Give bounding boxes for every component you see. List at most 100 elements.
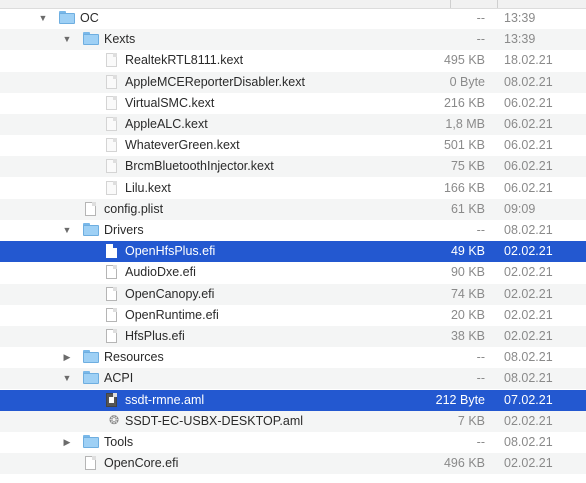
file-name: ssdt-rmne.aml: [125, 392, 205, 407]
folder-row[interactable]: ▶ Resources -- 08.02.21: [0, 347, 586, 368]
file-row[interactable]: Lilu.kext 166 KB 06.02.21: [0, 178, 586, 199]
disclosure-collapsed-icon[interactable]: ▶: [62, 437, 72, 447]
file-row[interactable]: OpenHfsPlus.efi 49 KB 02.02.21: [0, 241, 586, 263]
file-name: BrcmBluetoothInjector.kext: [125, 159, 274, 174]
file-row[interactable]: OpenRuntime.efi 20 KB 02.02.21: [0, 305, 586, 326]
column-divider[interactable]: [450, 0, 451, 8]
folder-row[interactable]: ▼ ACPI -- 08.02.21: [0, 368, 586, 390]
file-name: ACPI: [104, 371, 134, 386]
kext-bundle-icon: [104, 53, 120, 68]
disclosure-collapsed-icon[interactable]: ▶: [62, 352, 72, 362]
file-name: Tools: [104, 435, 134, 449]
file-size: --: [476, 11, 485, 25]
file-size: 90 KB: [450, 265, 485, 280]
file-size: 0 Byte: [449, 74, 485, 89]
date-modified: 09:09: [504, 201, 536, 216]
folder-row[interactable]: ▶ Tools -- 08.02.21: [0, 432, 586, 453]
file-row[interactable]: OpenCanopy.efi 74 KB 02.02.21: [0, 283, 586, 305]
date-modified: 02.02.21: [504, 413, 553, 428]
file-name: AppleMCEReporterDisabler.kext: [125, 74, 305, 89]
file-row[interactable]: RealtekRTL8111.kext 495 KB 18.02.21: [0, 50, 586, 71]
document-icon: [104, 286, 120, 301]
date-modified: 06.02.21: [504, 117, 553, 131]
folder-icon: [83, 371, 99, 385]
kext-bundle-icon: [104, 74, 120, 89]
file-name: WhateverGreen.kext: [125, 138, 240, 153]
script-file-icon: ❂: [109, 412, 120, 427]
column-divider[interactable]: [497, 0, 498, 8]
date-modified: 02.02.21: [504, 307, 553, 322]
folder-icon: [83, 350, 99, 364]
date-modified: 02.02.21: [504, 329, 553, 343]
document-icon: [104, 265, 120, 280]
file-size: --: [476, 350, 485, 365]
file-size: 49 KB: [450, 244, 485, 259]
file-name: OpenCanopy.efi: [125, 286, 215, 301]
file-size: 496 KB: [443, 456, 485, 471]
file-row[interactable]: WhateverGreen.kext 501 KB 06.02.21: [0, 135, 586, 156]
file-row[interactable]: config.plist 61 KB 09:09: [0, 198, 586, 220]
date-modified: 08.02.21: [504, 74, 553, 89]
file-size: --: [476, 223, 485, 237]
file-row[interactable]: ssdt-rmne.aml 212 Byte 07.02.21: [0, 389, 586, 411]
date-modified: 08.02.21: [504, 371, 553, 386]
file-size: 166 KB: [443, 180, 485, 195]
file-size: --: [476, 435, 485, 449]
date-modified: 06.02.21: [504, 138, 553, 153]
file-name: Drivers: [104, 223, 144, 237]
folder-row[interactable]: ▼ OC -- 13:39: [0, 8, 586, 29]
aml-file-icon: [104, 392, 120, 407]
file-row[interactable]: ❂ SSDT-EC-USBX-DESKTOP.aml 7 KB 02.02.21: [0, 410, 586, 432]
file-size: 38 KB: [450, 329, 485, 343]
kext-bundle-icon: [104, 159, 120, 174]
document-icon: [104, 307, 120, 322]
folder-icon: [83, 435, 99, 449]
file-row[interactable]: AudioDxe.efi 90 KB 02.02.21: [0, 262, 586, 283]
date-modified: 08.02.21: [504, 223, 553, 237]
file-size: --: [476, 32, 485, 47]
file-name: HfsPlus.efi: [125, 329, 185, 343]
file-name: AppleALC.kext: [125, 117, 208, 131]
date-modified: 13:39: [504, 11, 536, 25]
file-name: OpenCore.efi: [104, 456, 179, 471]
file-name: OpenHfsPlus.efi: [125, 244, 216, 259]
file-name: Lilu.kext: [125, 180, 171, 195]
file-name: Resources: [104, 350, 164, 365]
file-row[interactable]: BrcmBluetoothInjector.kext 75 KB 06.02.21: [0, 156, 586, 178]
file-row[interactable]: HfsPlus.efi 38 KB 02.02.21: [0, 326, 586, 347]
date-modified: 06.02.21: [504, 95, 553, 110]
document-icon: [83, 456, 99, 471]
file-name: Kexts: [104, 32, 136, 47]
file-name: config.plist: [104, 201, 164, 216]
file-size: 1,8 MB: [445, 117, 485, 131]
date-modified: 06.02.21: [504, 180, 553, 195]
kext-bundle-icon: [104, 117, 120, 131]
disclosure-expanded-icon[interactable]: ▼: [62, 225, 72, 235]
file-name: OC: [80, 11, 99, 25]
kext-bundle-icon: [104, 180, 120, 195]
date-modified: 07.02.21: [504, 392, 553, 407]
file-row[interactable]: AppleMCEReporterDisabler.kext 0 Byte 08.02…: [0, 71, 586, 93]
date-modified: 08.02.21: [504, 435, 553, 449]
disclosure-expanded-icon[interactable]: ▼: [62, 373, 72, 383]
file-row[interactable]: AppleALC.kext 1,8 MB 06.02.21: [0, 114, 586, 135]
kext-bundle-icon: [104, 95, 120, 110]
folder-icon: [59, 11, 75, 25]
document-icon: [83, 201, 99, 216]
folder-row[interactable]: ▼ Drivers -- 08.02.21: [0, 220, 586, 241]
date-modified: 06.02.21: [504, 159, 553, 174]
file-size: 61 KB: [450, 201, 485, 216]
file-name: OpenRuntime.efi: [125, 307, 219, 322]
file-size: --: [476, 371, 485, 386]
date-modified: 18.02.21: [504, 53, 553, 68]
file-size: 7 KB: [457, 413, 485, 428]
folder-row[interactable]: ▼ Kexts -- 13:39: [0, 29, 586, 51]
file-row[interactable]: VirtualSMC.kext 216 KB 06.02.21: [0, 93, 586, 114]
disclosure-expanded-icon[interactable]: ▼: [62, 34, 72, 44]
file-name: AudioDxe.efi: [125, 265, 196, 280]
disclosure-expanded-icon[interactable]: ▼: [38, 13, 48, 23]
document-icon: [104, 244, 120, 259]
file-size: 501 KB: [443, 138, 485, 153]
file-row[interactable]: OpenCore.efi 496 KB 02.02.21: [0, 453, 586, 475]
date-modified: 13:39: [504, 32, 536, 47]
